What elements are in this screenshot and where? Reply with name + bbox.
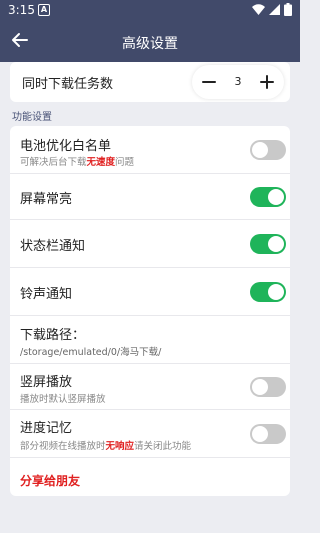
setting-progress-memory[interactable]: 进度记忆 部分视频在线播放时无响应请关闭此功能: [10, 410, 290, 458]
wifi-icon: [252, 4, 265, 15]
toggle-knob: [252, 379, 268, 395]
portrait-play-toggle[interactable]: [250, 377, 286, 397]
setting-title: 铃声通知: [20, 287, 73, 302]
download-path-value: /storage/emulated/0/海马下载/: [20, 347, 162, 358]
settings-card: 电池优化白名单 可解决后台下载无速度问题 屏幕常亮 状态栏通知 铃声通知 下载路…: [10, 126, 290, 496]
setting-subtitle: 部分视频在线播放时无响应请关闭此功能: [20, 441, 192, 452]
ringtone-notify-toggle[interactable]: [250, 282, 286, 302]
toggle-knob: [268, 189, 284, 205]
concurrent-downloads-card: 同时下载任务数 3: [10, 62, 290, 102]
setting-title: 电池优化白名单: [20, 139, 112, 154]
share-label: 分享给朋友: [20, 474, 81, 488]
setting-statusbar-notify[interactable]: 状态栏通知: [10, 220, 290, 268]
status-time: 3:15: [8, 3, 35, 17]
notification-badge: A: [38, 4, 50, 16]
page-title: 高级设置: [122, 36, 178, 52]
setting-title: 进度记忆: [20, 421, 73, 436]
plus-icon[interactable]: [256, 71, 278, 93]
app-header: 3:15 A 高级设置: [0, 0, 300, 62]
share-to-friends[interactable]: 分享给朋友: [10, 458, 290, 496]
setting-subtitle: 可解决后台下载无速度问题: [20, 157, 135, 168]
setting-ringtone-notify[interactable]: 铃声通知: [10, 268, 290, 316]
toggle-knob: [268, 236, 284, 252]
setting-portrait-play[interactable]: 竖屏播放 播放时默认竖屏播放: [10, 364, 290, 410]
setting-subtitle: 播放时默认竖屏播放: [20, 394, 106, 405]
progress-memory-toggle[interactable]: [250, 424, 286, 444]
signal-icon: [269, 4, 280, 15]
setting-title: 下载路径：: [20, 328, 86, 343]
battery-icon: [284, 3, 292, 16]
toggle-knob: [252, 142, 268, 158]
stepper-value: 3: [234, 75, 242, 88]
setting-title: 竖屏播放: [20, 375, 73, 390]
toggle-knob: [252, 426, 268, 442]
setting-screen-on[interactable]: 屏幕常亮: [10, 174, 290, 220]
screen-on-toggle[interactable]: [250, 187, 286, 207]
statusbar-notify-toggle[interactable]: [250, 234, 286, 254]
setting-title: 状态栏通知: [20, 239, 86, 254]
toggle-knob: [268, 284, 284, 300]
status-icons: [252, 3, 292, 16]
battery-whitelist-toggle[interactable]: [250, 140, 286, 160]
setting-title: 屏幕常亮: [20, 192, 73, 207]
setting-battery-whitelist[interactable]: 电池优化白名单 可解决后台下载无速度问题: [10, 126, 290, 174]
minus-icon[interactable]: [198, 71, 220, 93]
concurrent-downloads-label: 同时下载任务数: [22, 77, 114, 92]
status-bar: 3:15 A: [0, 0, 300, 22]
setting-download-path[interactable]: 下载路径： /storage/emulated/0/海马下载/: [10, 316, 290, 364]
concurrent-downloads-stepper: 3: [192, 65, 284, 99]
section-label: 功能设置: [12, 112, 52, 123]
